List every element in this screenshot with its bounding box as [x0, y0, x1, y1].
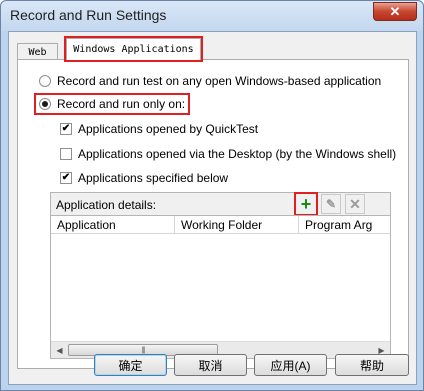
- tab-web[interactable]: Web: [17, 43, 58, 60]
- apply-button[interactable]: 应用(A): [254, 354, 327, 376]
- checkbox-specified-label: Applications specified below: [78, 171, 229, 185]
- help-button[interactable]: 帮助: [335, 354, 409, 376]
- checkbox-desktop-box[interactable]: [60, 148, 72, 160]
- window-title: Record and Run Settings: [10, 7, 167, 23]
- tab-web-label: Web: [28, 46, 47, 58]
- application-details-label: Application details:: [56, 198, 157, 212]
- radio-selected-dot: [42, 101, 48, 107]
- radio-only-on[interactable]: Record and run only on:: [33, 93, 191, 115]
- radio-only-label: Record and run only on:: [57, 97, 186, 111]
- cancel-button[interactable]: 取消: [174, 354, 247, 376]
- radio-any-application[interactable]: Record and run test on any open Windows-…: [39, 74, 381, 88]
- radio-only-indicator[interactable]: [39, 98, 51, 110]
- radio-any-indicator[interactable]: [39, 75, 51, 87]
- close-button[interactable]: ✕: [373, 2, 417, 21]
- checkbox-quicktest-box[interactable]: ✔: [60, 123, 72, 135]
- tab-windows-applications[interactable]: Windows Applications: [64, 36, 203, 62]
- list-header: Application Working Folder Program Arg: [51, 216, 390, 234]
- ok-button[interactable]: 确定: [94, 354, 167, 376]
- radio-any-label: Record and run test on any open Windows-…: [57, 74, 382, 88]
- delete-icon: ✕: [349, 195, 361, 212]
- checkbox-quicktest-label: Applications opened by QuickTest: [78, 122, 259, 136]
- edit-icon: ✎: [325, 197, 337, 211]
- tab-windows-applications-label: Windows Applications: [73, 44, 194, 55]
- application-list[interactable]: Application Working Folder Program Arg ◀…: [51, 215, 390, 358]
- title-bar: Record and Run Settings ✕: [1, 1, 423, 31]
- dialog-body: Web Windows Applications Record and run …: [8, 31, 417, 385]
- plus-icon: +: [300, 193, 312, 214]
- record-run-settings-dialog: Record and Run Settings ✕ Web Windows Ap…: [0, 0, 424, 391]
- checkbox-opened-by-quicktest[interactable]: ✔ Applications opened by QuickTest: [60, 122, 258, 136]
- add-application-button[interactable]: +: [294, 192, 318, 216]
- checkbox-desktop-label: Applications opened via the Desktop (by …: [78, 147, 397, 161]
- tab-panel-windows-applications: Record and run test on any open Windows-…: [17, 59, 409, 369]
- column-header-program-args[interactable]: Program Arg: [299, 216, 390, 234]
- column-header-working-folder[interactable]: Working Folder: [175, 216, 299, 234]
- checkbox-specified-box[interactable]: ✔: [60, 172, 72, 184]
- edit-application-button[interactable]: ✎: [321, 194, 341, 214]
- application-details-group: Application details: + ✎ ✕ Application W…: [50, 192, 391, 359]
- checkbox-opened-via-desktop[interactable]: Applications opened via the Desktop (by …: [60, 147, 396, 161]
- delete-application-button[interactable]: ✕: [345, 194, 365, 214]
- scroll-left-icon[interactable]: ◀: [51, 342, 68, 358]
- close-icon: ✕: [389, 3, 401, 19]
- column-header-application[interactable]: Application: [51, 216, 175, 234]
- checkbox-specified-below[interactable]: ✔ Applications specified below: [60, 171, 228, 185]
